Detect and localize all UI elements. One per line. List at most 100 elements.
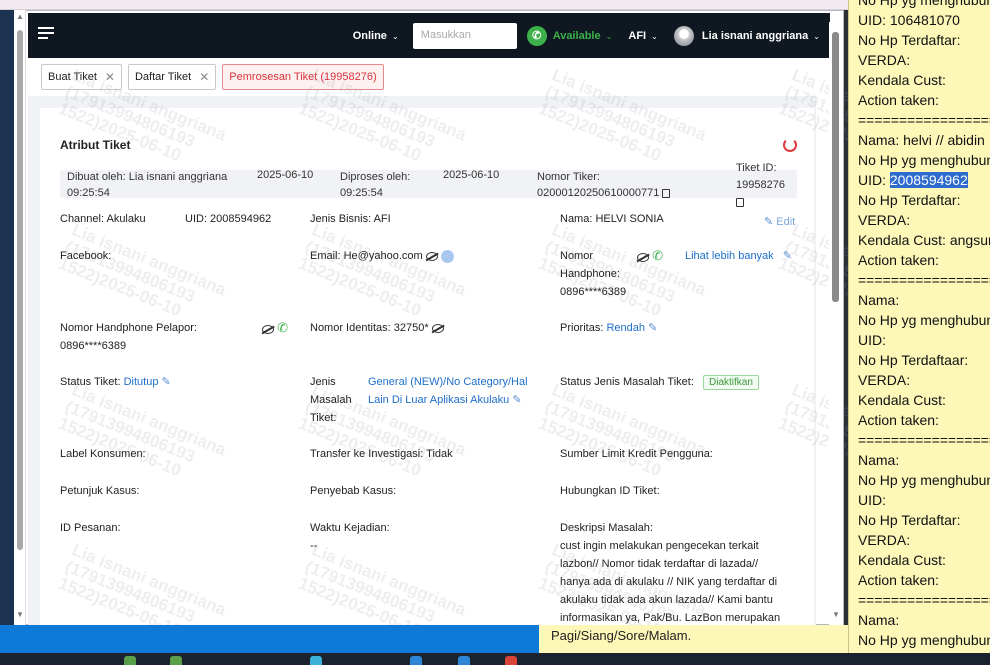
description-line: akulaku tidak ada akun lazada// Kami ban… [560, 594, 773, 606]
pencil-icon[interactable]: ✎ [162, 376, 171, 388]
right-scrollbar[interactable]: ▼ [829, 22, 843, 625]
eye-off-icon[interactable] [425, 251, 438, 261]
note-line: No Hp Terdaftar: [858, 32, 961, 48]
phone-call-icon[interactable]: ✆ [652, 248, 663, 263]
ticket-number-value: 02000120250610000771 [537, 187, 660, 199]
note-line: Kendala Cust: [858, 392, 946, 408]
status-dropdown[interactable]: Online ⌄ [353, 30, 399, 42]
tab-label: Pemrosesan Tiket (19958276) [229, 71, 377, 83]
chevron-down-icon: ⌄ [605, 31, 613, 41]
taskbar [0, 653, 990, 665]
scroll-down-arrow[interactable]: ▼ [832, 610, 840, 619]
issue-status-label: Status Jenis Masalah Tiket: [560, 376, 694, 388]
note-line: Nama: [858, 452, 900, 468]
priority-label: Prioritas: [560, 322, 604, 334]
note-line: No Hp Terdaftar: [858, 192, 961, 208]
tab-label: Daftar Tiket [134, 71, 192, 83]
ticket-number: Nomor Tiker: 02000120250610000771 [537, 169, 671, 201]
tab-bar: Buat Tiket ✕ Daftar Tiket ✕ Pemrosesan Tik… [41, 64, 384, 90]
left-scrollbar[interactable]: ▲ ▼ [14, 10, 26, 625]
order-id-field: ID Pesanan: [60, 522, 121, 534]
desktop-background [0, 625, 539, 653]
ticket-status-field: Status Tiket: Ditutup ✎ [60, 373, 171, 391]
refresh-icon[interactable] [783, 138, 797, 152]
left-scroll-thumb[interactable] [17, 30, 23, 550]
credit-limit-source-field: Sumber Limit Kredit Pengguna: [560, 448, 713, 460]
plant-icon[interactable] [170, 656, 182, 665]
edit-button[interactable]: ✎ Edit [764, 213, 795, 231]
availability-dropdown[interactable]: Available ⌄ [553, 30, 613, 42]
incident-time-label: Waktu Kejadian: [310, 522, 390, 534]
problem-description-field: Deskripsi Masalah: cust ingin melakukan … [560, 519, 780, 627]
phone-icon[interactable]: ✆ [526, 25, 547, 46]
team-dropdown[interactable]: AFI ⌄ [628, 30, 658, 42]
issue-type-label-line3: Tiket: [310, 412, 337, 424]
copy-icon[interactable] [736, 197, 744, 207]
processed-time: 09:25:54 [340, 187, 383, 199]
priority-value[interactable]: Rendah [606, 322, 645, 334]
app-icon[interactable] [505, 656, 517, 665]
ticket-status-label: Status Tiket: [60, 376, 121, 388]
right-scroll-thumb[interactable] [832, 32, 839, 302]
reporter-phone-label: Nomor Handphone Pelapor: [60, 322, 197, 334]
page-title: Atribut Tiket [60, 138, 131, 152]
reporter-phone-field: Nomor Handphone Pelapor: 0896****6389 [60, 319, 197, 355]
user-menu[interactable]: Lia isnani anggriana ⌄ [702, 30, 820, 42]
scroll-down-arrow[interactable]: ▼ [16, 610, 24, 619]
created-time: 09:25:54 [67, 187, 110, 199]
note-line: No Hp yg menghubun [858, 472, 990, 488]
scroll-up-arrow[interactable]: ▲ [16, 12, 24, 21]
pencil-icon[interactable]: ✎ [648, 322, 657, 334]
phone-label-line2: Handphone: [560, 268, 620, 280]
menu-collapse-icon[interactable] [38, 27, 54, 41]
notepad-window[interactable]: No Hp yg menghubun UID: 106481070 No Hp … [848, 0, 990, 665]
app-icon[interactable] [458, 656, 470, 665]
note-line: VERDA: [858, 372, 911, 388]
left-desktop-strip [0, 10, 14, 625]
created-by-label: Dibuat oleh: Lia isnani anggriana [67, 171, 228, 183]
issue-type-value[interactable]: General (NEW)/No Category/Hal Lain Di Lu… [368, 373, 528, 409]
email-action-icon[interactable] [440, 249, 454, 263]
background-note: Pagi/Siang/Sore/Malam. [539, 625, 848, 653]
phone-label-line1: Nomor [560, 250, 594, 262]
search-input[interactable]: Masukkan [412, 22, 517, 49]
note-line: Action taken: [858, 572, 939, 588]
note-line: Kendala Cust: [858, 552, 946, 568]
close-icon[interactable]: ✕ [105, 70, 115, 84]
ticket-status-value[interactable]: Ditutup [124, 376, 159, 388]
description-line: lazbon// Nomor tidak terdaftar di lazada… [560, 558, 759, 570]
eye-off-icon[interactable] [262, 324, 274, 334]
pencil-icon[interactable]: ✎ [783, 250, 792, 262]
issue-type-label-line1: Jenis [310, 376, 336, 388]
reporter-phone-actions: ✆ [262, 319, 288, 338]
phone-call-icon[interactable]: ✆ [277, 320, 288, 335]
eye-off-icon[interactable] [637, 252, 649, 262]
ticket-id: Tiket ID: 19958276 [736, 160, 785, 211]
business-type-field: Jenis Bisnis: AFI [310, 213, 391, 225]
processed-date: 2025-06-10 [443, 169, 500, 181]
app-icon[interactable] [310, 656, 322, 665]
plant-icon[interactable] [124, 656, 136, 665]
tab-buat-tiket[interactable]: Buat Tiket ✕ [41, 64, 122, 90]
copy-icon[interactable] [662, 188, 671, 198]
pencil-icon: ✎ [764, 216, 774, 228]
note-line: ================== [858, 112, 990, 128]
chevron-down-icon: ⌄ [392, 31, 399, 41]
tab-daftar-tiket[interactable]: Daftar Tiket ✕ [127, 64, 217, 90]
close-icon[interactable]: ✕ [199, 70, 209, 84]
status-label: Online [352, 29, 387, 42]
facebook-field: Facebook: [60, 250, 112, 262]
selected-text[interactable]: 2008594962 [889, 172, 968, 188]
pencil-icon[interactable]: ✎ [512, 394, 521, 406]
phone-actions: ✆ [637, 247, 663, 266]
note-line: No Hp Terdaftar: [858, 512, 961, 528]
note-line: Nama: [858, 612, 900, 628]
consumer-label-field: Label Konsumen: [60, 448, 146, 460]
tab-pemrosesan-tiket[interactable]: Pemrosesan Tiket (19958276) [222, 64, 384, 90]
eye-off-icon[interactable] [431, 323, 444, 333]
app-icon[interactable] [410, 656, 422, 665]
see-more-link[interactable]: Lihat lebih banyak ✎ [685, 247, 792, 265]
case-cause-field: Penyebab Kasus: [310, 485, 397, 497]
avatar[interactable] [673, 25, 694, 46]
availability-label: Available [552, 29, 601, 42]
